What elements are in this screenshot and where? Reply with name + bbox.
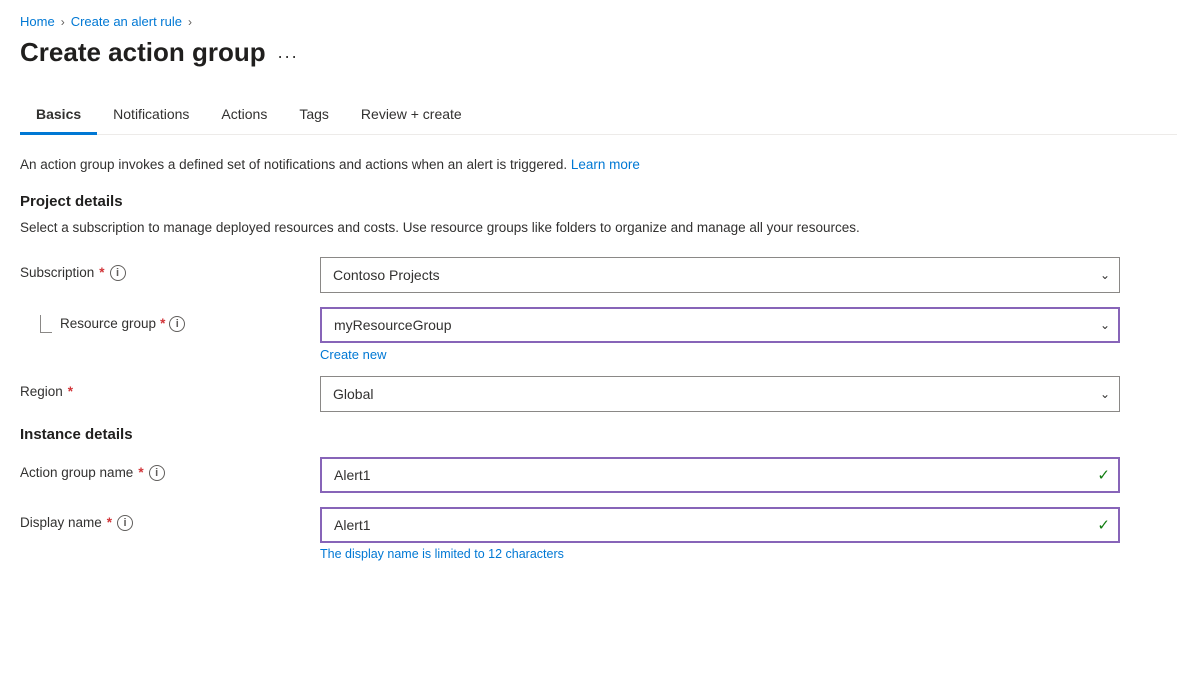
instance-details-section: Instance details Action group name * i ✓… <box>20 426 1177 561</box>
display-name-info-icon[interactable]: i <box>117 515 133 531</box>
breadcrumb-alert-rule[interactable]: Create an alert rule <box>71 14 182 29</box>
resource-group-label: Resource group * i <box>20 307 320 333</box>
project-details-section: Project details Select a subscription to… <box>20 193 1177 411</box>
subscription-select-wrapper: Contoso Projects ⌄ <box>320 257 1120 293</box>
action-group-name-input[interactable] <box>320 457 1120 493</box>
page-title-row: Create action group ... <box>20 37 1177 68</box>
subscription-label: Subscription * i <box>20 257 320 281</box>
breadcrumb-home[interactable]: Home <box>20 14 55 29</box>
resource-group-info-icon[interactable]: i <box>169 316 185 332</box>
action-group-name-control: ✓ <box>320 457 1120 493</box>
tab-actions[interactable]: Actions <box>205 96 283 135</box>
resource-group-select-wrapper: myResourceGroup ⌄ <box>320 307 1120 343</box>
indent-corner <box>40 315 52 333</box>
resource-group-control: myResourceGroup ⌄ Create new <box>320 307 1120 362</box>
intro-text: An action group invokes a defined set of… <box>20 155 1177 175</box>
tab-bar: Basics Notifications Actions Tags Review… <box>20 96 1177 135</box>
action-group-name-info-icon[interactable]: i <box>149 465 165 481</box>
tab-basics[interactable]: Basics <box>20 96 97 135</box>
page-menu-button[interactable]: ... <box>278 42 299 63</box>
display-name-input-wrapper: ✓ <box>320 507 1120 543</box>
action-group-name-required: * <box>138 465 143 480</box>
tab-review-create[interactable]: Review + create <box>345 96 478 135</box>
action-group-name-row: Action group name * i ✓ <box>20 457 1177 493</box>
breadcrumb-sep-1: › <box>61 15 65 29</box>
page-title: Create action group <box>20 37 266 68</box>
display-name-label: Display name * i <box>20 507 320 531</box>
display-name-input[interactable] <box>320 507 1120 543</box>
subscription-info-icon[interactable]: i <box>110 265 126 281</box>
subscription-control: Contoso Projects ⌄ <box>320 257 1120 293</box>
region-select[interactable]: Global <box>320 376 1120 412</box>
display-name-required: * <box>107 515 112 530</box>
display-name-row: Display name * i ✓ The display name is l… <box>20 507 1177 561</box>
resource-group-row: Resource group * i myResourceGroup ⌄ Cre… <box>20 307 1177 362</box>
tab-notifications[interactable]: Notifications <box>97 96 205 135</box>
subscription-select[interactable]: Contoso Projects <box>320 257 1120 293</box>
breadcrumb: Home › Create an alert rule › <box>20 0 1177 37</box>
project-details-desc: Select a subscription to manage deployed… <box>20 218 1177 238</box>
region-select-wrapper: Global ⌄ <box>320 376 1120 412</box>
display-name-control: ✓ The display name is limited to 12 char… <box>320 507 1120 561</box>
tab-tags[interactable]: Tags <box>283 96 345 135</box>
action-group-name-label: Action group name * i <box>20 457 320 481</box>
project-details-title: Project details <box>20 193 1177 210</box>
create-new-link[interactable]: Create new <box>320 347 386 362</box>
resource-group-required: * <box>160 316 165 331</box>
breadcrumb-sep-2: › <box>188 15 192 29</box>
region-required: * <box>68 384 73 399</box>
region-row: Region * Global ⌄ <box>20 376 1177 412</box>
subscription-row: Subscription * i Contoso Projects ⌄ <box>20 257 1177 293</box>
region-label: Region * <box>20 376 320 399</box>
resource-group-select[interactable]: myResourceGroup <box>320 307 1120 343</box>
learn-more-link[interactable]: Learn more <box>571 157 640 172</box>
action-group-name-input-wrapper: ✓ <box>320 457 1120 493</box>
subscription-required: * <box>99 265 104 280</box>
instance-details-title: Instance details <box>20 426 1177 443</box>
region-control: Global ⌄ <box>320 376 1120 412</box>
display-name-hint: The display name is limited to 12 charac… <box>320 547 1120 561</box>
